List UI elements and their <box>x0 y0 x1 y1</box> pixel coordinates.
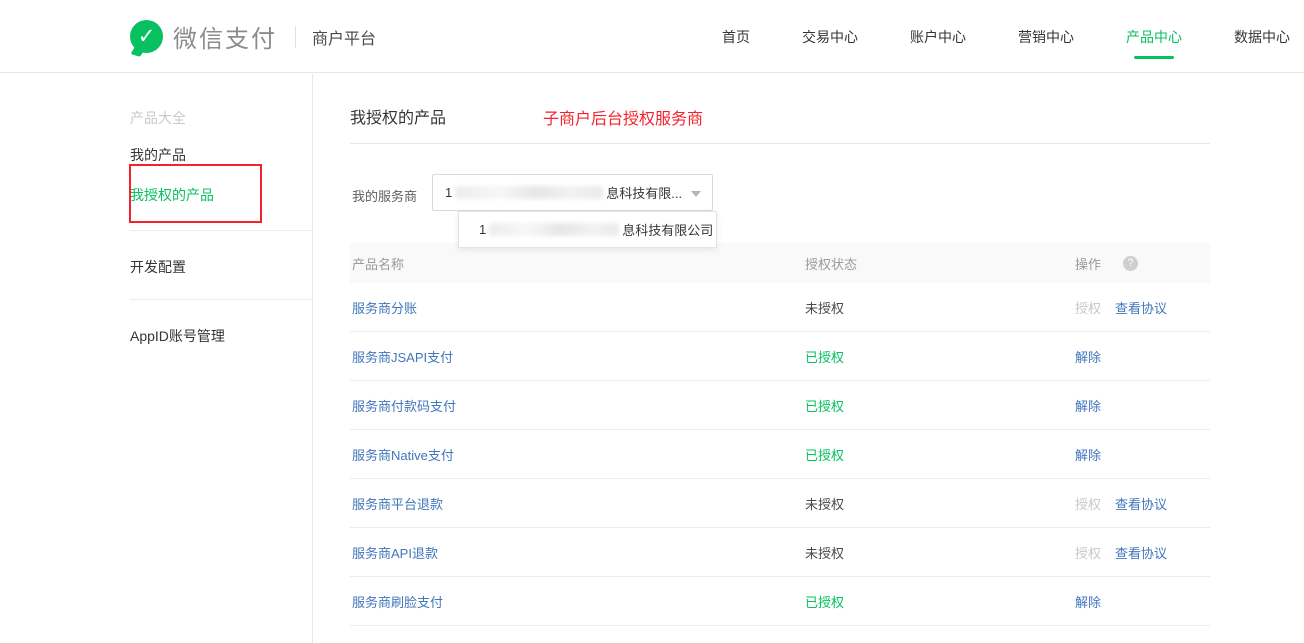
help-icon[interactable]: ? <box>1123 256 1138 271</box>
authorize-action-disabled: 授权 <box>1075 543 1101 562</box>
revoke-link[interactable]: 解除 <box>1075 347 1101 366</box>
nav-product-center[interactable]: 产品中心 <box>1126 27 1182 47</box>
table-row: 服务商刷脸支付 已授权 解除 <box>350 577 1210 626</box>
sidebar-item-my-products[interactable]: 我的产品 <box>130 145 186 165</box>
annotation-text: 子商户后台授权服务商 <box>543 105 703 129</box>
nav-account-center[interactable]: 账户中心 <box>910 27 966 47</box>
table-row: 服务商分账 未授权 授权查看协议 <box>350 283 1210 332</box>
product-name-link[interactable]: 服务商分账 <box>352 283 417 331</box>
service-provider-option[interactable]: 1 息科技有限公司 <box>458 211 717 248</box>
chevron-down-icon <box>691 191 701 197</box>
product-name-link[interactable]: 服务商平台退款 <box>352 479 443 527</box>
top-nav: 首页 交易中心 账户中心 营销中心 产品中心 数据中心 <box>722 0 1290 73</box>
view-agreement-link[interactable]: 查看协议 <box>1115 543 1167 562</box>
auth-status: 已授权 <box>805 430 844 478</box>
authorize-action-disabled: 授权 <box>1075 298 1101 317</box>
products-table: 产品名称 授权状态 操作 ? 服务商分账未授权授权查看协议服务商JSAPI支付已… <box>350 243 1210 626</box>
table-row: 服务商JSAPI支付 已授权 解除 <box>350 332 1210 381</box>
sidebar: 产品大全 我的产品 我授权的产品 开发配置 AppID账号管理 <box>0 74 313 643</box>
redacted-text <box>455 186 603 199</box>
check-icon: ✓ <box>130 20 163 53</box>
top-header: ✓ 微信支付 商户平台 首页 交易中心 账户中心 营销中心 产品中心 数据中心 <box>0 0 1304 73</box>
page-title: 我授权的产品 <box>350 104 446 128</box>
col-header-action-label: 操作 <box>1075 254 1101 273</box>
title-divider <box>350 143 1210 144</box>
action-cell: 解除 <box>1075 381 1101 429</box>
auth-status: 已授权 <box>805 577 844 625</box>
redacted-text <box>489 223 619 236</box>
revoke-link[interactable]: 解除 <box>1075 396 1101 415</box>
action-cell: 授权查看协议 <box>1075 283 1167 331</box>
table-header-row: 产品名称 授权状态 操作 ? <box>350 243 1210 283</box>
table-body: 服务商分账未授权授权查看协议服务商JSAPI支付已授权解除服务商付款码支付已授权… <box>350 283 1210 626</box>
authorize-action-disabled: 授权 <box>1075 494 1101 513</box>
nav-home[interactable]: 首页 <box>722 27 750 47</box>
product-name-link[interactable]: 服务商JSAPI支付 <box>352 332 453 380</box>
sidebar-divider <box>130 299 313 300</box>
col-header-product-name: 产品名称 <box>352 243 404 283</box>
product-name-link[interactable]: 服务商刷脸支付 <box>352 577 443 625</box>
sidebar-divider <box>130 230 313 231</box>
nav-marketing-center[interactable]: 营销中心 <box>1018 27 1074 47</box>
selected-provider-prefix: 1 <box>445 185 452 200</box>
nav-data-center[interactable]: 数据中心 <box>1234 27 1290 47</box>
product-name-link[interactable]: 服务商付款码支付 <box>352 381 456 429</box>
action-cell: 解除 <box>1075 577 1101 625</box>
auth-status: 未授权 <box>805 528 844 576</box>
table-row: 服务商Native支付 已授权 解除 <box>350 430 1210 479</box>
auth-status: 未授权 <box>805 479 844 527</box>
main-content: 我授权的产品 子商户后台授权服务商 我的服务商 1 息科技有限... 1 息科技… <box>350 74 1210 643</box>
portal-label: 商户平台 <box>312 25 376 49</box>
view-agreement-link[interactable]: 查看协议 <box>1115 494 1167 513</box>
annotation-box <box>129 164 262 223</box>
revoke-link[interactable]: 解除 <box>1075 445 1101 464</box>
sidebar-item-dev-config[interactable]: 开发配置 <box>130 257 186 277</box>
revoke-link[interactable]: 解除 <box>1075 592 1101 611</box>
brand[interactable]: ✓ 微信支付 商户平台 <box>130 0 376 73</box>
product-name-link[interactable]: 服务商Native支付 <box>352 430 454 478</box>
brand-divider <box>295 26 296 48</box>
page: ✓ 微信支付 商户平台 首页 交易中心 账户中心 营销中心 产品中心 数据中心 … <box>0 0 1304 643</box>
product-name-link[interactable]: 服务商API退款 <box>352 528 438 576</box>
auth-status: 已授权 <box>805 381 844 429</box>
table-row: 服务商平台退款 未授权 授权查看协议 <box>350 479 1210 528</box>
action-cell: 解除 <box>1075 430 1101 478</box>
option-provider-prefix: 1 <box>479 222 486 237</box>
auth-status: 未授权 <box>805 283 844 331</box>
service-provider-label: 我的服务商 <box>352 186 417 205</box>
service-provider-select[interactable]: 1 息科技有限... <box>432 174 713 211</box>
view-agreement-link[interactable]: 查看协议 <box>1115 298 1167 317</box>
sidebar-item-all-products: 产品大全 <box>130 108 186 128</box>
table-row: 服务商付款码支付 已授权 解除 <box>350 381 1210 430</box>
col-header-action: 操作 ? <box>1075 243 1138 283</box>
action-cell: 解除 <box>1075 332 1101 380</box>
option-provider-suffix: 息科技有限公司 <box>622 220 713 239</box>
action-cell: 授权查看协议 <box>1075 479 1167 527</box>
table-row: 服务商API退款 未授权 授权查看协议 <box>350 528 1210 577</box>
nav-transaction-center[interactable]: 交易中心 <box>802 27 858 47</box>
auth-status: 已授权 <box>805 332 844 380</box>
wechat-pay-logo-icon: ✓ <box>130 20 163 53</box>
brand-name: 微信支付 <box>173 19 277 54</box>
action-cell: 授权查看协议 <box>1075 528 1167 576</box>
sidebar-item-appid-management[interactable]: AppID账号管理 <box>130 326 225 346</box>
selected-provider-suffix: 息科技有限... <box>606 183 682 202</box>
col-header-auth-status: 授权状态 <box>805 243 857 283</box>
